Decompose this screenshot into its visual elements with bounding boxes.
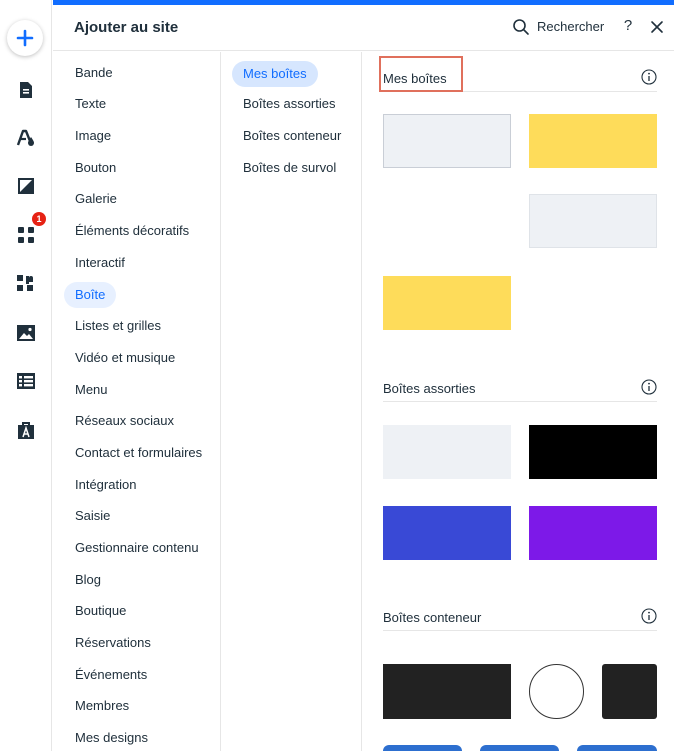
category-item[interactable]: Mes designs	[64, 725, 159, 751]
help-icon[interactable]: ?	[621, 17, 635, 34]
category-item[interactable]: Intégration	[64, 472, 147, 498]
section-title: Boîtes conteneur	[383, 610, 482, 625]
category-item[interactable]: Listes et grilles	[64, 313, 172, 339]
category-item[interactable]: Gestionnaire contenu	[64, 535, 210, 561]
container-swatch-blue[interactable]	[480, 745, 559, 751]
box-swatch-purple[interactable]	[529, 506, 657, 560]
category-item[interactable]: Texte	[64, 91, 117, 117]
panel-header: Ajouter au site Rechercher ?	[53, 5, 674, 51]
category-item[interactable]: Interactif	[64, 250, 136, 276]
subcategory-item[interactable]: Boîtes conteneur	[232, 123, 352, 149]
search-button[interactable]: Rechercher	[537, 19, 604, 34]
section-header-boites-assorties: Boîtes assorties	[383, 372, 657, 402]
briefcase-a-icon	[18, 422, 34, 439]
app-market-button[interactable]	[0, 412, 52, 448]
media-button[interactable]	[0, 315, 52, 351]
category-item[interactable]: Blog	[64, 567, 112, 593]
info-icon[interactable]	[641, 608, 657, 624]
category-item[interactable]: Réservations	[64, 630, 162, 656]
category-item[interactable]: Vidéo et musique	[64, 345, 186, 371]
category-item[interactable]: Saisie	[64, 503, 121, 529]
category-item-active[interactable]: Boîte	[64, 282, 117, 308]
category-item[interactable]: Réseaux sociaux	[64, 408, 185, 434]
panel-title: Ajouter au site	[74, 19, 179, 36]
box-swatch-light-gray[interactable]	[383, 425, 511, 479]
info-icon[interactable]	[641, 379, 657, 395]
notification-badge: 1	[32, 212, 46, 226]
design-button[interactable]	[0, 120, 52, 156]
box-swatch-black[interactable]	[529, 425, 657, 479]
category-list: Bande Texte Image Bouton Galerie Élément…	[53, 52, 221, 751]
box-swatch-yellow[interactable]	[383, 276, 511, 330]
plus-icon	[16, 29, 34, 47]
section-header-boites-conteneur: Boîtes conteneur	[383, 601, 657, 631]
left-rail: 1	[0, 0, 52, 751]
page-icon	[20, 82, 32, 98]
category-item[interactable]: Bouton	[64, 155, 127, 181]
cms-button[interactable]	[0, 363, 52, 399]
app-window: 1 Ajouter au site Rechercher ? Bande Tex…	[0, 0, 674, 751]
background-icon	[18, 178, 34, 194]
subcategory-list: Mes boîtes Boîtes assorties Boîtes conte…	[221, 52, 362, 751]
subcategory-item[interactable]: Boîtes de survol	[232, 155, 347, 181]
container-swatch-circle[interactable]	[529, 664, 584, 719]
box-swatch-light-gray[interactable]	[529, 194, 657, 248]
box-swatch-yellow[interactable]	[529, 114, 657, 168]
business-tools-button[interactable]	[0, 266, 52, 302]
category-item[interactable]: Contact et formulaires	[64, 440, 213, 466]
add-elements-button[interactable]	[7, 20, 43, 56]
category-item[interactable]: Boutique	[64, 598, 137, 624]
background-button[interactable]	[0, 168, 52, 204]
pages-button[interactable]	[0, 72, 52, 108]
font-paint-icon	[16, 129, 34, 146]
subcategory-item[interactable]: Boîtes assorties	[232, 91, 347, 117]
apps-grid-icon	[18, 227, 34, 243]
puzzle-icon	[17, 275, 33, 291]
category-item[interactable]: Éléments décoratifs	[64, 218, 200, 244]
category-item[interactable]: Bande	[64, 60, 124, 86]
category-item[interactable]: Image	[64, 123, 122, 149]
container-swatch-blue[interactable]	[383, 745, 462, 751]
box-swatch-light-gray[interactable]	[383, 114, 511, 168]
container-swatch-blue[interactable]	[577, 745, 657, 751]
category-item[interactable]: Galerie	[64, 186, 128, 212]
box-swatch-blue[interactable]	[383, 506, 511, 560]
section-title: Boîtes assorties	[383, 381, 476, 396]
container-swatch-dark[interactable]	[383, 664, 511, 719]
subcategory-item-active[interactable]: Mes boîtes	[232, 61, 318, 87]
image-icon	[17, 325, 35, 341]
info-icon[interactable]	[641, 69, 657, 85]
category-item[interactable]: Menu	[64, 377, 119, 403]
search-icon[interactable]	[512, 18, 530, 36]
container-swatch-dark-square[interactable]	[602, 664, 657, 719]
content-area: Mes boîtes Boîtes assorties Boîtes conte…	[362, 52, 674, 751]
category-item[interactable]: Membres	[64, 693, 140, 719]
add-panel: Ajouter au site Rechercher ? Bande Texte…	[53, 0, 674, 751]
table-icon	[17, 373, 35, 389]
category-item[interactable]: Événements	[64, 662, 158, 688]
highlight-box	[379, 56, 463, 92]
close-icon[interactable]	[648, 18, 666, 36]
